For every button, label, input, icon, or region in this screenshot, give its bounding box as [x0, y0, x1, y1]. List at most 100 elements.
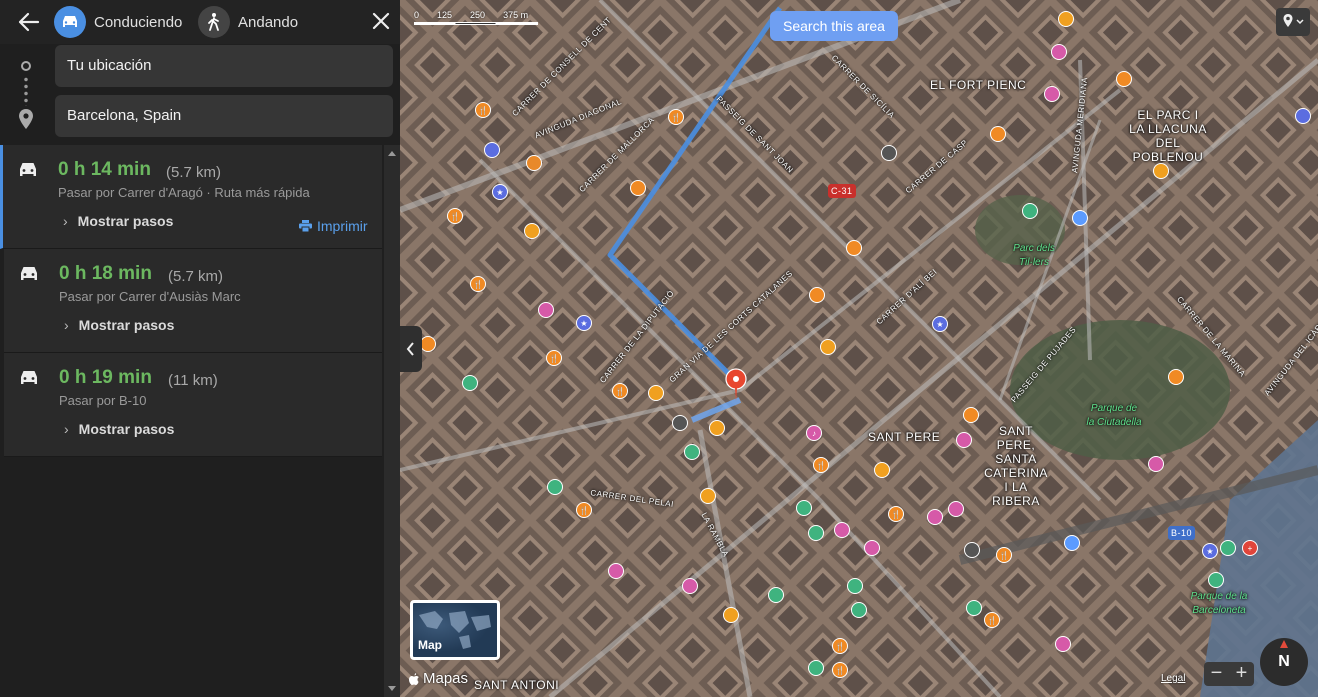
- shopping-icon[interactable]: [1148, 456, 1164, 472]
- print-label: Imprimir: [317, 218, 368, 234]
- hotel-icon[interactable]: [526, 155, 542, 171]
- transit-icon[interactable]: [881, 145, 897, 161]
- bus-stop-icon[interactable]: [1072, 210, 1088, 226]
- school-icon[interactable]: [809, 287, 825, 303]
- shopping-icon[interactable]: [709, 420, 725, 436]
- shopping-icon[interactable]: [648, 385, 664, 401]
- legal-link[interactable]: Legal: [1161, 673, 1185, 684]
- music-icon[interactable]: ♪: [806, 425, 822, 441]
- park-icon[interactable]: [847, 578, 863, 594]
- maps-brand-label: Mapas: [423, 670, 469, 687]
- hotel-icon[interactable]: [1295, 108, 1311, 124]
- restaurant-icon[interactable]: 🍴: [576, 502, 592, 518]
- museum-icon[interactable]: [834, 522, 850, 538]
- cafe-icon[interactable]: [630, 180, 646, 196]
- museum-icon[interactable]: [864, 540, 880, 556]
- compass-button[interactable]: N: [1260, 638, 1308, 686]
- cafe-icon[interactable]: [846, 240, 862, 256]
- destination-marker-icon[interactable]: [723, 368, 749, 402]
- scrollbar-thumb[interactable]: [387, 161, 397, 681]
- shopping-cart-icon[interactable]: [820, 339, 836, 355]
- cafe-icon[interactable]: [1116, 71, 1132, 87]
- location-button[interactable]: [1276, 8, 1310, 36]
- transit-icon[interactable]: [672, 415, 688, 431]
- route-option-2[interactable]: 0 h 18 min (5.7 km) Pasar por Carrer d'A…: [4, 249, 382, 353]
- park-icon[interactable]: [796, 500, 812, 516]
- scroll-down-arrow-icon[interactable]: [388, 686, 396, 691]
- shopping-icon[interactable]: [1058, 11, 1074, 27]
- park-icon[interactable]: [1022, 203, 1038, 219]
- park-icon[interactable]: [851, 602, 867, 618]
- show-steps-button[interactable]: › Mostrar pasos: [63, 213, 173, 229]
- map-type-toggle[interactable]: Map: [410, 600, 500, 660]
- cafe-icon[interactable]: [1051, 44, 1067, 60]
- show-steps-button[interactable]: › Mostrar pasos: [64, 421, 174, 437]
- print-button[interactable]: Imprimir: [299, 218, 368, 234]
- restaurant-icon[interactable]: 🍴: [984, 612, 1000, 628]
- park-icon[interactable]: [808, 660, 824, 676]
- collapse-sidebar-button[interactable]: [400, 326, 422, 372]
- mode-driving[interactable]: Conduciendo: [54, 6, 182, 38]
- museum-icon[interactable]: [484, 142, 500, 158]
- park-icon[interactable]: [547, 479, 563, 495]
- shopping-icon[interactable]: [874, 462, 890, 478]
- museum-icon[interactable]: [608, 563, 624, 579]
- park-icon[interactable]: [966, 600, 982, 616]
- restaurant-icon[interactable]: 🍴: [832, 638, 848, 654]
- shopping-icon[interactable]: [524, 223, 540, 239]
- restaurant-icon[interactable]: 🍴: [612, 383, 628, 399]
- school-icon[interactable]: [1168, 369, 1184, 385]
- park-icon[interactable]: [808, 525, 824, 541]
- museum-icon[interactable]: [948, 501, 964, 517]
- destination-field[interactable]: Barcelona, Spain: [55, 95, 393, 137]
- route-option-3[interactable]: 0 h 19 min (11 km) Pasar por B-10 › Mostr…: [4, 353, 382, 457]
- cafe-icon[interactable]: [420, 336, 436, 352]
- museum-icon[interactable]: [927, 509, 943, 525]
- zoom-in-button[interactable]: +: [1229, 662, 1254, 686]
- park-icon[interactable]: [768, 587, 784, 603]
- museum-icon[interactable]: [682, 578, 698, 594]
- origin-field[interactable]: Tu ubicación: [55, 45, 393, 87]
- landmark-star-icon[interactable]: ★: [1202, 543, 1218, 559]
- restaurant-icon[interactable]: 🍴: [546, 350, 562, 366]
- scroll-up-arrow-icon[interactable]: [388, 151, 396, 156]
- close-button[interactable]: [370, 10, 392, 32]
- landmark-star-icon[interactable]: ★: [932, 316, 948, 332]
- back-button[interactable]: [14, 8, 44, 36]
- bus-stop-icon[interactable]: [1064, 535, 1080, 551]
- shopping-icon[interactable]: [1153, 163, 1169, 179]
- park-icon[interactable]: [1208, 572, 1224, 588]
- show-steps-button[interactable]: › Mostrar pasos: [64, 317, 174, 333]
- park-icon[interactable]: [1220, 540, 1236, 556]
- shopping-icon[interactable]: [723, 607, 739, 623]
- hospital-icon[interactable]: +: [1242, 540, 1258, 556]
- museum-icon[interactable]: [1055, 636, 1071, 652]
- restaurant-icon[interactable]: 🍴: [832, 662, 848, 678]
- zoom-out-button[interactable]: −: [1204, 662, 1229, 686]
- park-icon[interactable]: [462, 375, 478, 391]
- restaurant-icon[interactable]: 🍴: [668, 109, 684, 125]
- landmark-star-icon[interactable]: ★: [576, 315, 592, 331]
- restaurant-icon[interactable]: 🍴: [813, 457, 829, 473]
- school-icon[interactable]: [963, 407, 979, 423]
- transit-icon[interactable]: [964, 542, 980, 558]
- satellite-map[interactable]: 🍴 🍴 ★ 🍴 🍴 ★ 🍴 🍴 🍴 ♪ 🍴 ★ 🍴 ★ + 🍴 🍴 🍴 🍴 EL…: [400, 0, 1318, 697]
- restaurant-icon[interactable]: 🍴: [475, 102, 491, 118]
- car-icon: [20, 163, 36, 176]
- search-this-area-button[interactable]: Search this area: [770, 11, 898, 41]
- shopping-icon[interactable]: [700, 488, 716, 504]
- mode-walking-label: Andando: [238, 13, 299, 31]
- restaurant-icon[interactable]: 🍴: [447, 208, 463, 224]
- restaurant-icon[interactable]: 🍴: [888, 506, 904, 522]
- cafe-icon[interactable]: [990, 126, 1006, 142]
- park-icon[interactable]: [684, 444, 700, 460]
- mode-walking[interactable]: Andando: [198, 6, 298, 38]
- route-list-scrollbar[interactable]: [384, 145, 400, 697]
- route-option-1[interactable]: 0 h 14 min (5.7 km) Pasar por Carrer d'A…: [0, 145, 382, 249]
- restaurant-icon[interactable]: 🍴: [996, 547, 1012, 563]
- museum-icon[interactable]: [538, 302, 554, 318]
- restaurant-icon[interactable]: 🍴: [470, 276, 486, 292]
- landmark-star-icon[interactable]: ★: [492, 184, 508, 200]
- museum-icon[interactable]: [956, 432, 972, 448]
- museum-icon[interactable]: [1044, 86, 1060, 102]
